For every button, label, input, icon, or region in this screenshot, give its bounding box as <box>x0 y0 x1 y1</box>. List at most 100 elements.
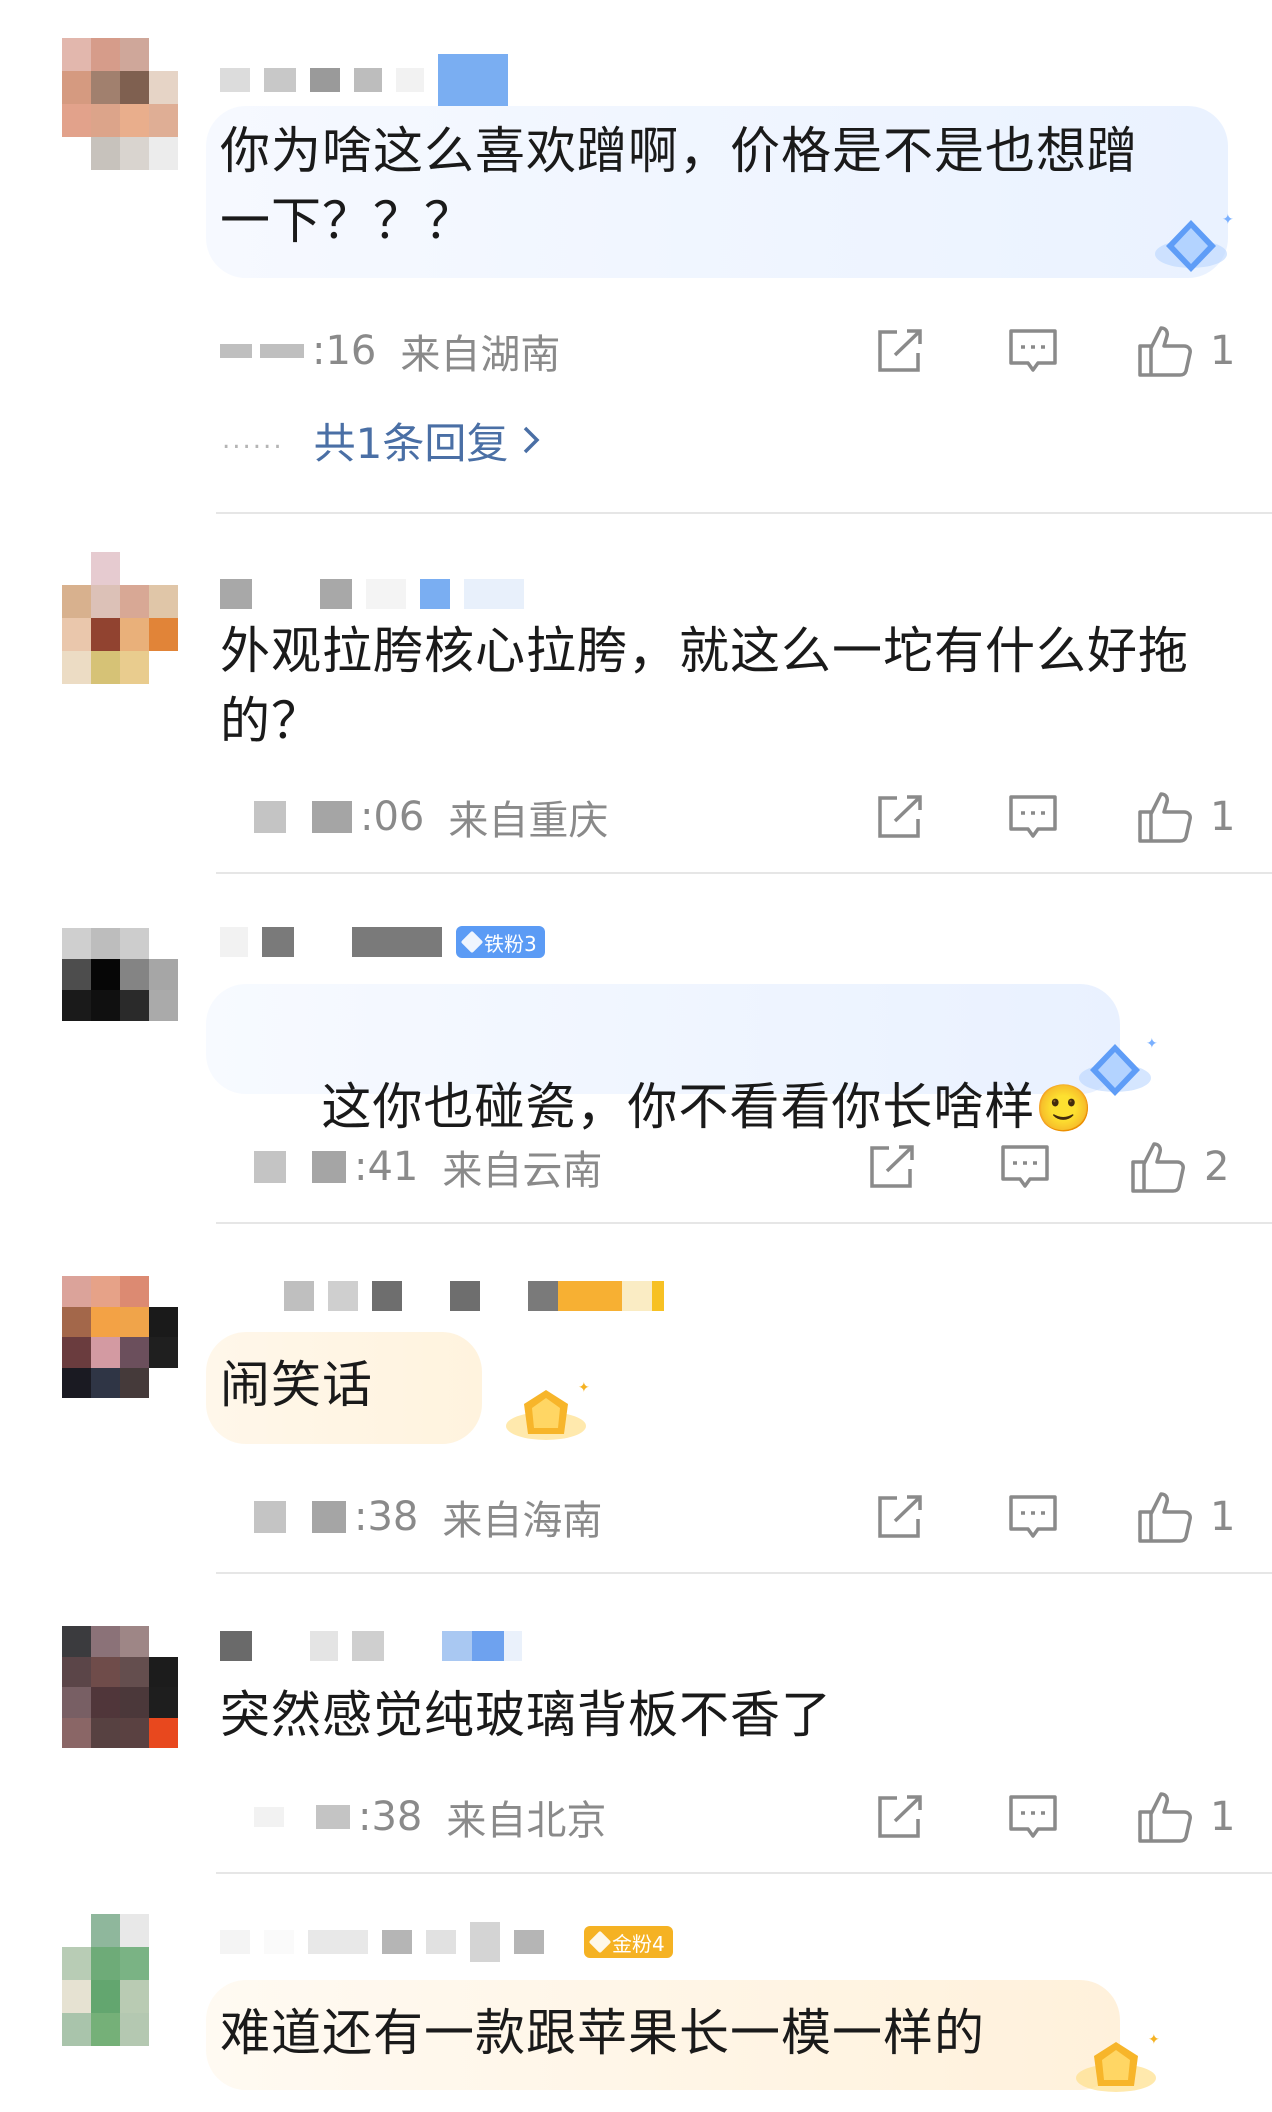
share-icon <box>878 1795 922 1838</box>
date-redacted <box>254 1151 286 1183</box>
comment-icon <box>1009 329 1057 372</box>
reply-button[interactable] <box>1003 1492 1063 1542</box>
share-button[interactable] <box>870 1792 930 1842</box>
date-redacted <box>254 801 286 833</box>
comment-text-body: 这你也碰瓷，你不看看你长啥样 <box>321 1078 1036 1136</box>
username-redacted[interactable]: 金粉4 <box>220 1922 673 1962</box>
fan-badge-label: 铁粉3 <box>484 931 537 956</box>
comment-icon <box>1009 795 1057 838</box>
like-count: 1 <box>1210 1494 1236 1540</box>
comment-icon <box>1001 1145 1049 1188</box>
divider <box>216 1572 1272 1574</box>
like-button[interactable] <box>1135 1792 1195 1843</box>
diamond-badge-icon: ✦ <box>1155 212 1234 272</box>
share-icon <box>878 1495 922 1538</box>
share-icon <box>878 795 922 838</box>
comment-bubble: 这你也碰瓷，你不看看你长啥样🙂 ✦ <box>206 984 1158 1136</box>
avatar[interactable] <box>62 38 178 170</box>
reply-button[interactable] <box>995 1142 1055 1192</box>
comment-location: 来自北京 <box>446 1798 607 1844</box>
comment-text: 突然感觉纯玻璃背板不香了 <box>220 1686 832 1744</box>
avatar[interactable] <box>62 928 178 1052</box>
thumbs-up-icon <box>1138 1492 1192 1543</box>
view-replies[interactable]: ...... 共1条回复 <box>222 410 540 470</box>
divider <box>216 512 1272 514</box>
divider <box>216 872 1272 874</box>
comment-location: 来自湖南 <box>400 332 561 378</box>
like-count: 2 <box>1204 1144 1230 1190</box>
svg-text:✦: ✦ <box>1222 212 1234 228</box>
comment-text: 闹笑话 <box>220 1356 373 1414</box>
comment-time: :41 <box>354 1144 419 1190</box>
diamond-icon <box>460 930 484 954</box>
username-redacted[interactable] <box>220 54 508 106</box>
avatar[interactable] <box>62 1276 178 1398</box>
share-button[interactable] <box>862 1142 922 1192</box>
username-redacted[interactable]: 铁粉3 <box>220 924 545 960</box>
like-count: 1 <box>1210 328 1236 374</box>
share-button[interactable] <box>870 326 930 376</box>
reply-button[interactable] <box>1003 1792 1063 1842</box>
username-redacted[interactable] <box>284 1278 664 1314</box>
gold-crown-badge-icon: ✦ <box>506 1380 590 1440</box>
like-button[interactable] <box>1135 1492 1195 1543</box>
crown-icon <box>588 1930 612 1954</box>
date-redacted <box>254 1501 286 1533</box>
comment-icon <box>1009 1495 1057 1538</box>
like-count: 1 <box>1210 794 1236 840</box>
fan-badge-label: 金粉4 <box>612 1931 665 1956</box>
username-redacted[interactable] <box>220 576 524 612</box>
comment-text-cont: 的？ <box>220 692 322 750</box>
divider <box>216 1222 1272 1224</box>
like-button[interactable] <box>1135 326 1195 377</box>
comment-time: :06 <box>360 794 425 840</box>
gold-crown-badge-icon: ✦ <box>1076 2032 1160 2092</box>
reply-button[interactable] <box>1003 326 1063 376</box>
comment-location: 来自重庆 <box>448 798 609 844</box>
comment-meta: :41 来自云南 2 <box>220 1142 1230 1194</box>
share-button[interactable] <box>870 792 930 842</box>
thumbs-up-icon <box>1138 326 1192 377</box>
svg-text:✦: ✦ <box>1148 2032 1160 2048</box>
share-icon <box>870 1145 914 1188</box>
comment-location: 来自云南 <box>442 1148 603 1194</box>
avatar[interactable] <box>62 1626 178 1748</box>
svg-text:✦: ✦ <box>1146 1036 1158 1052</box>
chevron-right-icon <box>524 426 540 454</box>
username-redacted[interactable] <box>220 1628 522 1664</box>
like-count: 1 <box>1210 1794 1236 1840</box>
fan-badge: 铁粉3 <box>456 926 545 958</box>
date-redacted <box>312 1501 346 1533</box>
comment-bubble: 闹笑话 ✦ <box>206 1332 590 1444</box>
fan-badge: 金粉4 <box>584 1926 673 1958</box>
comment-bubble: 突然感觉纯玻璃背板不香了 <box>206 1680 1006 1750</box>
date-redacted <box>312 801 352 833</box>
date-redacted <box>260 344 304 358</box>
svg-text:✦: ✦ <box>578 1380 590 1396</box>
comment-location: 来自海南 <box>442 1498 603 1544</box>
date-redacted <box>316 1805 350 1829</box>
share-button[interactable] <box>870 1492 930 1542</box>
comment-icon <box>1009 1795 1057 1838</box>
date-redacted <box>312 1151 346 1183</box>
comment-text: 外观拉胯核心拉胯，就这么一坨有什么好拖 <box>220 622 1189 680</box>
like-button[interactable] <box>1135 792 1195 843</box>
date-redacted <box>220 344 252 358</box>
reply-button[interactable] <box>1003 792 1063 842</box>
comment-meta: :38 来自海南 1 <box>220 1492 1235 1544</box>
comment-time: :38 <box>358 1794 423 1840</box>
like-button[interactable] <box>1128 1142 1188 1193</box>
avatar[interactable] <box>62 552 178 684</box>
diamond-badge-icon: ✦ <box>1079 1036 1158 1096</box>
comment-time: :38 <box>354 1494 419 1540</box>
avatar[interactable] <box>62 1914 178 2046</box>
comment-bubble: 外观拉胯核心拉胯，就这么一坨有什么好拖 的？ <box>206 616 1246 756</box>
comment-text-cont: 一下？？？ <box>220 192 475 250</box>
comment-text: 你为啥这么喜欢蹭啊，价格是不是也想蹭 <box>220 122 1138 180</box>
comment-text: 难道还有一款跟苹果长一模一样的 <box>220 2004 985 2062</box>
comment-meta: :06 来自重庆 1 <box>220 792 1235 844</box>
replies-link[interactable]: 共1条回复 <box>314 410 541 471</box>
divider <box>216 1872 1272 1874</box>
thumbs-up-icon <box>1138 1792 1192 1843</box>
share-icon <box>878 329 922 372</box>
